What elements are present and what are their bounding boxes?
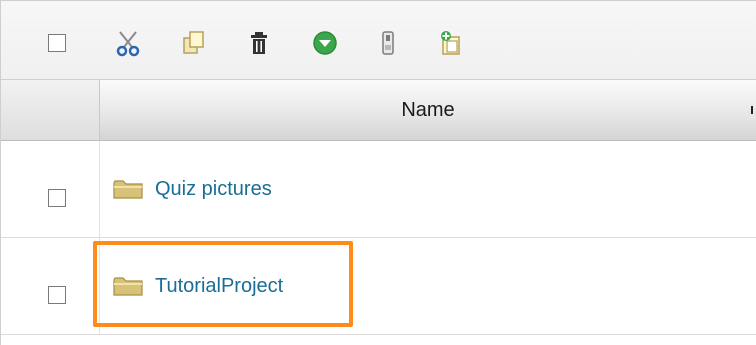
column-header-name[interactable]: Name (99, 80, 756, 140)
select-all-checkbox[interactable] (48, 34, 66, 52)
folder-link-quiz-pictures[interactable]: Quiz pictures (155, 178, 272, 201)
file-browser: Name Quiz pictures TutorialProject (0, 0, 756, 345)
name-cell: Quiz pictures (113, 141, 272, 237)
paste-icon[interactable] (436, 28, 466, 58)
toolbar (1, 1, 756, 80)
move-down-icon[interactable] (310, 28, 340, 58)
column-header-name-label: Name (401, 98, 455, 121)
cut-icon[interactable] (113, 28, 143, 58)
highlight-box (93, 241, 353, 327)
row-checkbox-cell (1, 238, 100, 334)
download-icon[interactable] (373, 28, 403, 58)
row-checkbox[interactable] (48, 286, 66, 304)
folder-icon (113, 180, 143, 199)
row-checkbox[interactable] (48, 189, 66, 207)
delete-icon[interactable] (244, 28, 274, 58)
table-header: Name (1, 80, 756, 141)
header-checkbox-column (1, 80, 100, 140)
copy-icon[interactable] (178, 28, 208, 58)
sort-indicator-icon (751, 106, 753, 114)
row-checkbox-cell (1, 141, 100, 237)
table-row[interactable]: Quiz pictures (1, 141, 756, 238)
